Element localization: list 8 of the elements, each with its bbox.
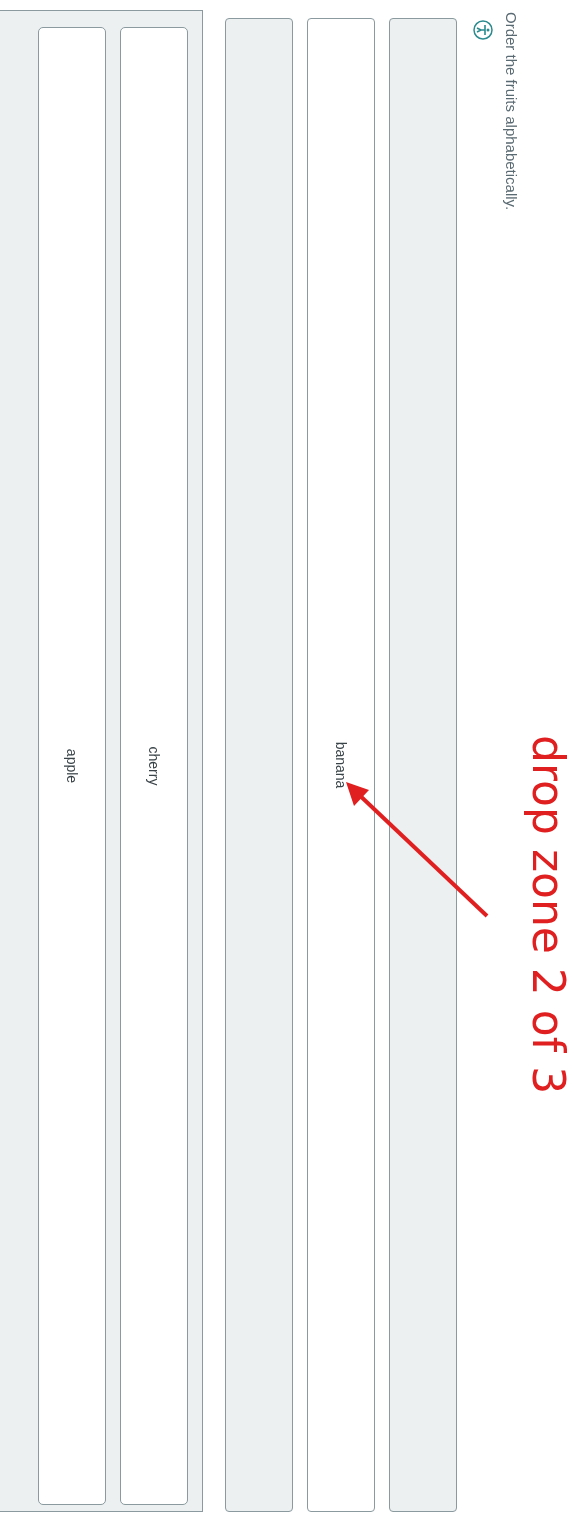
draggable-item[interactable]: cherry bbox=[120, 27, 188, 1505]
annotation-label: drop zone 2 of 3 bbox=[523, 735, 574, 1095]
draggable-item[interactable]: apple bbox=[38, 27, 106, 1505]
accessibility-icon[interactable] bbox=[473, 20, 493, 40]
drop-zone[interactable] bbox=[225, 18, 293, 1512]
drop-zone[interactable]: banana bbox=[307, 18, 375, 1512]
drop-zone[interactable] bbox=[389, 18, 457, 1512]
question-text: Order the fruits alphabetically. bbox=[503, 12, 520, 211]
